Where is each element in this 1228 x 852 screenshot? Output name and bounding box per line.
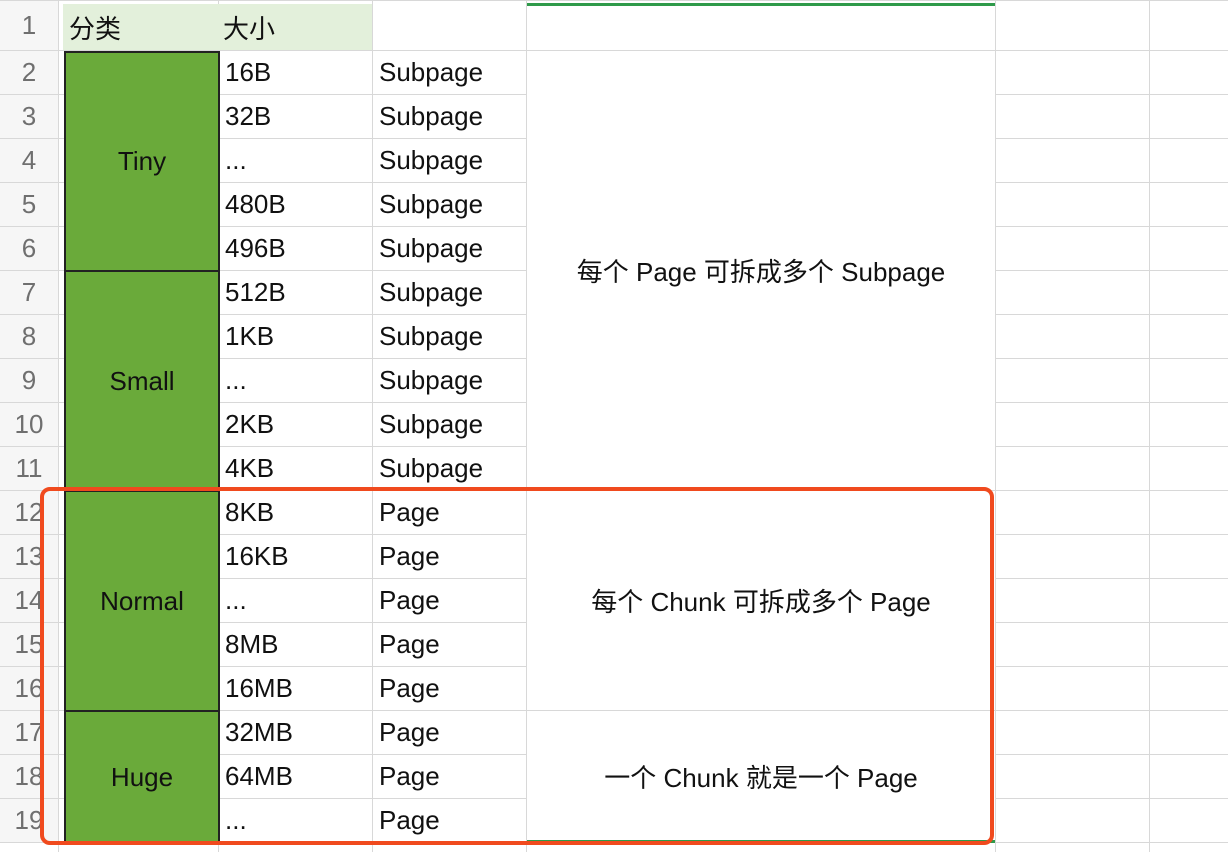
header-size[interactable]: 大小 bbox=[217, 4, 372, 50]
type-cell[interactable]: Subpage bbox=[374, 51, 525, 94]
spreadsheet[interactable]: 1 2 3 4 5 6 7 8 9 10 11 12 13 14 15 16 1… bbox=[0, 0, 1228, 852]
row-number[interactable]: 10 bbox=[0, 403, 58, 446]
row-number[interactable]: 7 bbox=[0, 271, 58, 314]
size-cell[interactable]: 512B bbox=[220, 271, 371, 314]
size-cell[interactable]: ... bbox=[220, 359, 371, 402]
selection-indicator bbox=[527, 3, 995, 6]
size-cell[interactable]: 2KB bbox=[220, 403, 371, 446]
row-number[interactable]: 3 bbox=[0, 95, 58, 138]
row-number[interactable]: 11 bbox=[0, 447, 58, 490]
category-tiny[interactable]: Tiny bbox=[64, 51, 220, 272]
row-number[interactable]: 2 bbox=[0, 51, 58, 94]
size-cell[interactable]: 16B bbox=[220, 51, 371, 94]
type-cell[interactable]: Subpage bbox=[374, 183, 525, 226]
row-number[interactable]: 9 bbox=[0, 359, 58, 402]
size-cell[interactable]: 4KB bbox=[220, 447, 371, 490]
type-cell[interactable]: Subpage bbox=[374, 315, 525, 358]
size-cell[interactable]: 1KB bbox=[220, 315, 371, 358]
note-subpage[interactable]: 每个 Page 可拆成多个 Subpage bbox=[527, 51, 995, 490]
header-category[interactable]: 分类 bbox=[63, 4, 218, 50]
category-small[interactable]: Small bbox=[64, 270, 220, 492]
type-cell[interactable]: Subpage bbox=[374, 95, 525, 138]
type-cell[interactable]: Subpage bbox=[374, 271, 525, 314]
size-cell[interactable]: 32B bbox=[220, 95, 371, 138]
row-number[interactable]: 5 bbox=[0, 183, 58, 226]
row-number[interactable]: 8 bbox=[0, 315, 58, 358]
row-number[interactable]: 1 bbox=[0, 1, 58, 50]
highlight-box bbox=[40, 487, 994, 845]
type-cell[interactable]: Subpage bbox=[374, 139, 525, 182]
type-cell[interactable]: Subpage bbox=[374, 447, 525, 490]
size-cell[interactable]: ... bbox=[220, 139, 371, 182]
size-cell[interactable]: 480B bbox=[220, 183, 371, 226]
size-cell[interactable]: 496B bbox=[220, 227, 371, 270]
row-number[interactable]: 4 bbox=[0, 139, 58, 182]
row-number[interactable]: 6 bbox=[0, 227, 58, 270]
type-cell[interactable]: Subpage bbox=[374, 359, 525, 402]
type-cell[interactable]: Subpage bbox=[374, 227, 525, 270]
type-cell[interactable]: Subpage bbox=[374, 403, 525, 446]
